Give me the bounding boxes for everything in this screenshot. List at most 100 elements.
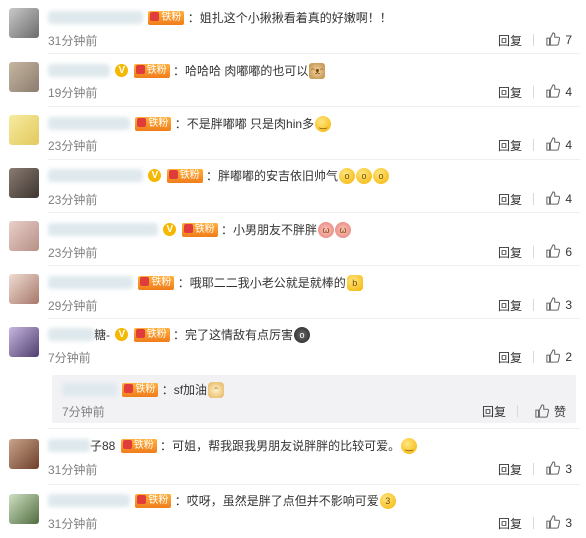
username[interactable] bbox=[62, 383, 117, 397]
comment-text: 完了这情敌有点厉害 bbox=[185, 327, 294, 342]
thumbs-up-icon bbox=[535, 404, 549, 418]
avatar[interactable] bbox=[9, 221, 39, 251]
like-button[interactable]: 7 bbox=[546, 32, 572, 47]
like-button[interactable]: 6 bbox=[546, 244, 572, 259]
comment-item: V 铁粉 ：胖嘟嘟的安吉依旧帅气 o o o 23分钟前 回复 4 bbox=[0, 160, 586, 212]
fan-badge: 铁粉 bbox=[122, 382, 159, 397]
divider bbox=[517, 405, 518, 417]
comment-text: 哈哈哈 肉嘟嘟的也可以 bbox=[185, 63, 309, 78]
pig-emoji-icon: ω bbox=[335, 221, 352, 238]
reply-button[interactable]: 回复 bbox=[498, 137, 522, 154]
username[interactable] bbox=[48, 11, 143, 25]
comment-header: V 铁粉 ：哈哈哈 肉嘟嘟的也可以 ᵔᴥᵔ bbox=[48, 61, 326, 79]
avatar[interactable] bbox=[9, 439, 39, 469]
like-button[interactable]: 4 bbox=[546, 137, 572, 152]
reply-button[interactable]: 回复 bbox=[482, 403, 506, 420]
comment-text: 胖嘟嘟的安吉依旧帅气 bbox=[218, 168, 339, 183]
thumbs-up-icon bbox=[546, 84, 561, 98]
divider bbox=[533, 517, 534, 529]
reply-button[interactable]: 回复 bbox=[498, 515, 522, 532]
like-button[interactable]: 赞 bbox=[535, 403, 566, 420]
comment-header: 铁粉 ：sf加油 ᵔ bbox=[62, 380, 225, 398]
like-button[interactable]: 3 bbox=[546, 461, 572, 476]
comment-header: V 铁粉 ：小男朋友不胖胖 ω ω bbox=[48, 220, 352, 238]
comment-item: 铁粉 ：不是胖嘟嘟 只是肉hin多 ‿ 23分钟前 回复 4 bbox=[0, 107, 586, 159]
username-suffix[interactable]: 糖- bbox=[94, 328, 110, 342]
username[interactable] bbox=[48, 223, 158, 237]
shocked-emoji-icon: o bbox=[339, 167, 356, 184]
comment-text: 小男朋友不胖胖 bbox=[233, 222, 318, 237]
fan-badge: 铁粉 bbox=[133, 327, 170, 342]
like-button[interactable]: 2 bbox=[546, 349, 572, 364]
avatar[interactable] bbox=[9, 62, 39, 92]
avatar[interactable] bbox=[9, 327, 39, 357]
timestamp: 31分钟前 bbox=[48, 517, 98, 531]
divider bbox=[533, 193, 534, 205]
reply-button[interactable]: 回复 bbox=[498, 461, 522, 478]
comment-header: 铁粉 ：哎呀，虽然是胖了点但并不影响可爱 3 bbox=[48, 491, 396, 509]
comment-text: 不是胖嘟嘟 只是肉hin多 bbox=[186, 116, 315, 131]
like-button[interactable]: 3 bbox=[546, 297, 572, 312]
comment-item: 子88 铁粉 ：可姐，帮我跟我男朋友说胖胖的比较可爱。 ‿ 31分钟前 回复 3 bbox=[0, 430, 586, 484]
username[interactable] bbox=[48, 117, 130, 131]
shocked-emoji-icon: o bbox=[356, 167, 373, 184]
reply-button[interactable]: 回复 bbox=[498, 244, 522, 261]
verified-icon: V bbox=[115, 64, 129, 78]
thumbs-up-icon bbox=[546, 349, 561, 363]
avatar[interactable] bbox=[9, 168, 39, 198]
avatar[interactable] bbox=[9, 115, 39, 145]
timestamp: 23分钟前 bbox=[48, 246, 98, 260]
timestamp: 23分钟前 bbox=[48, 193, 98, 207]
thumbs-up-icon bbox=[546, 297, 561, 311]
username[interactable] bbox=[48, 64, 110, 78]
thumbs-up-icon bbox=[546, 137, 561, 151]
comment-header: 铁粉 ：不是胖嘟嘟 只是肉hin多 ‿ bbox=[48, 114, 332, 132]
comment-header: 糖- V 铁粉 ：完了这情敌有点厉害 o bbox=[48, 325, 311, 343]
like-button[interactable]: 4 bbox=[546, 84, 572, 99]
username[interactable] bbox=[48, 494, 130, 508]
avatar[interactable] bbox=[9, 494, 39, 524]
comment-text: 哎呀，虽然是胖了点但并不影响可爱 bbox=[186, 493, 379, 508]
avatar[interactable] bbox=[9, 8, 39, 38]
fan-badge: 铁粉 bbox=[133, 63, 170, 78]
divider bbox=[533, 463, 534, 475]
sub-reply: 铁粉 ：sf加油 ᵔ 7分钟前 回复 赞 bbox=[52, 375, 576, 423]
timestamp: 19分钟前 bbox=[48, 86, 98, 100]
timestamp: 7分钟前 bbox=[48, 351, 91, 365]
reply-button[interactable]: 回复 bbox=[498, 191, 522, 208]
like-button[interactable]: 4 bbox=[546, 191, 572, 206]
reply-button[interactable]: 回复 bbox=[498, 32, 522, 49]
comment-header: 子88 铁粉 ：可姐，帮我跟我男朋友说胖胖的比较可爱。 ‿ bbox=[48, 436, 418, 454]
fan-badge: 铁粉 bbox=[135, 116, 172, 131]
reply-button[interactable]: 回复 bbox=[498, 297, 522, 314]
thumbs-up-emoji-icon: b bbox=[346, 274, 363, 291]
username[interactable] bbox=[48, 328, 94, 342]
reply-button[interactable]: 回复 bbox=[498, 84, 522, 101]
comment-text: 哦耶二二我小老公就是就棒的 bbox=[189, 275, 346, 290]
dog-emoji-icon: ᵔ bbox=[208, 381, 225, 398]
comment-item: V 铁粉 ：哈哈哈 肉嘟嘟的也可以 ᵔᴥᵔ 19分钟前 回复 4 bbox=[0, 54, 586, 106]
comment-item: 铁粉 ：姐扎这个小揪揪看着真的好嫩啊！！ 31分钟前 回复 7 bbox=[0, 0, 586, 50]
divider bbox=[533, 351, 534, 363]
fan-badge: 铁粉 bbox=[181, 222, 218, 237]
fan-badge: 铁粉 bbox=[138, 275, 175, 290]
smile-emoji-icon: ‿ bbox=[315, 115, 332, 132]
divider bbox=[533, 299, 534, 311]
timestamp: 31分钟前 bbox=[48, 34, 98, 48]
comment-item: 铁粉 ：哎呀，虽然是胖了点但并不影响可爱 3 31分钟前 回复 3 bbox=[0, 485, 586, 538]
username[interactable] bbox=[48, 276, 133, 290]
verified-icon: V bbox=[163, 223, 177, 237]
divider bbox=[533, 246, 534, 258]
reply-button[interactable]: 回复 bbox=[498, 349, 522, 366]
timestamp: 7分钟前 bbox=[62, 405, 105, 419]
username-suffix[interactable]: 子88 bbox=[90, 439, 115, 453]
username[interactable] bbox=[48, 169, 143, 183]
comment-text: sf加油 bbox=[173, 382, 208, 397]
comment-item: 糖- V 铁粉 ：完了这情敌有点厉害 o 7分钟前 回复 2 bbox=[0, 319, 586, 371]
like-button[interactable]: 3 bbox=[546, 515, 572, 530]
thumbs-up-icon bbox=[546, 461, 561, 475]
timestamp: 31分钟前 bbox=[48, 463, 98, 477]
avatar[interactable] bbox=[9, 274, 39, 304]
username[interactable] bbox=[48, 439, 90, 453]
verified-icon: V bbox=[115, 328, 129, 342]
